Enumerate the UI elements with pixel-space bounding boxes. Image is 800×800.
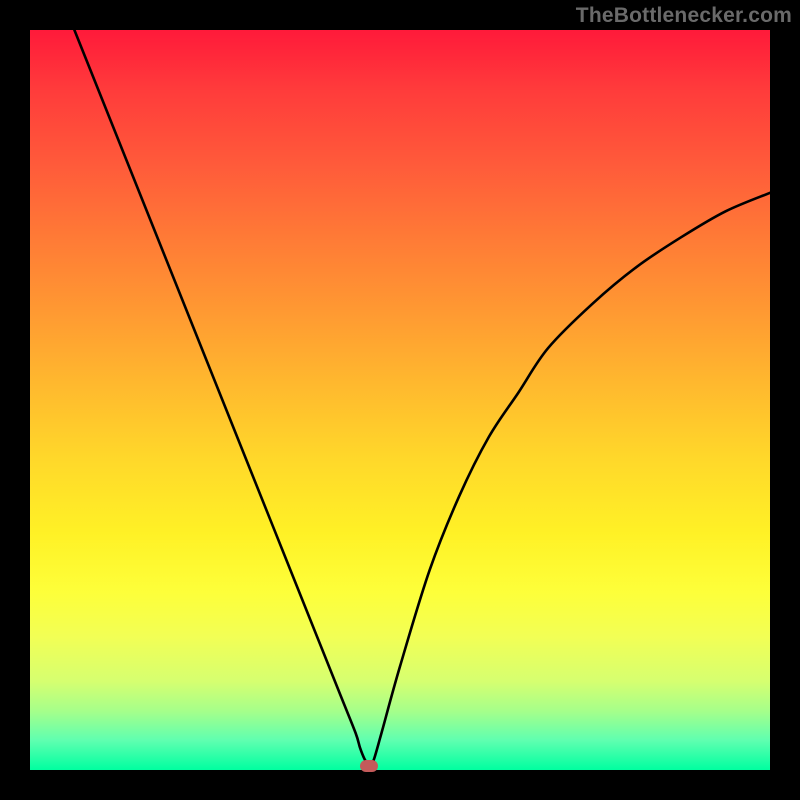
plot-area (30, 30, 770, 770)
chart-frame: TheBottlenecker.com (0, 0, 800, 800)
curve-svg (30, 30, 770, 770)
bottleneck-curve (74, 30, 770, 767)
watermark-text: TheBottlenecker.com (576, 4, 792, 28)
optimum-marker (360, 760, 378, 772)
